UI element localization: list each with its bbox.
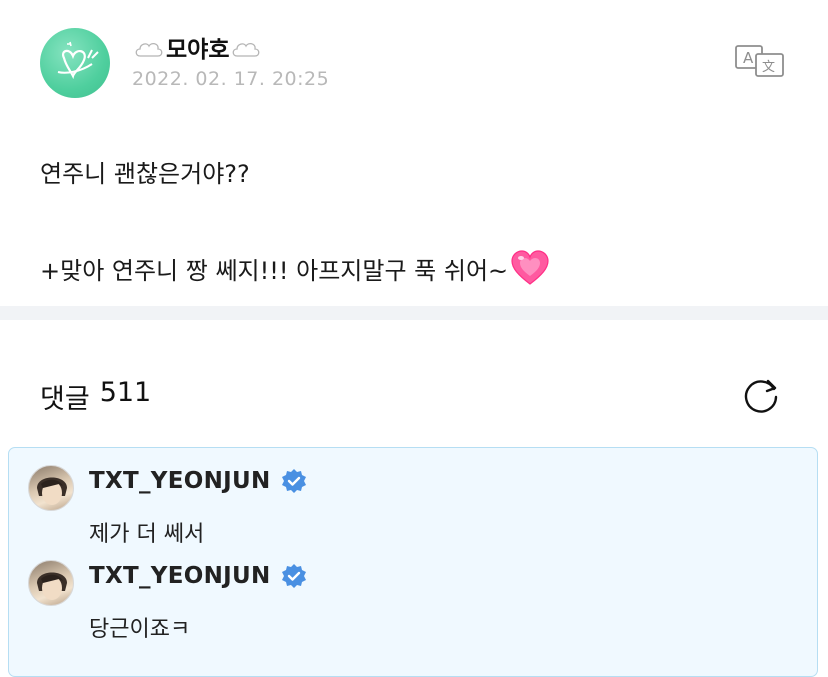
- comments-count: 511: [99, 377, 152, 408]
- verified-badge-icon: [281, 468, 307, 494]
- post-date: 2022. 02. 17. 20:25: [132, 68, 330, 90]
- comment-author[interactable]: TXT_YEONJUN: [89, 468, 307, 494]
- post-text-line: 연주니 괜찮은거야??: [40, 160, 250, 188]
- comment-avatar[interactable]: [28, 560, 74, 606]
- comment-author-name: TXT_YEONJUN: [89, 468, 271, 494]
- section-divider: [0, 306, 828, 320]
- refresh-button[interactable]: [740, 375, 782, 417]
- comment-author[interactable]: TXT_YEONJUN: [89, 563, 307, 589]
- svg-text:文: 文: [762, 60, 775, 75]
- post-card: 모야호 2022. 02. 17. 20:25 A 文 연주니 괜찮은거야?? …: [0, 0, 828, 306]
- refresh-icon: [744, 379, 778, 413]
- post-text-line: +맞아 연주니 짱 쎄지!!! 아프지말구 푹 쉬어~: [40, 250, 550, 286]
- svg-text:A: A: [743, 49, 754, 67]
- artist-reply-box: TXT_YEONJUN 제가 더 쎄서 TXT_YEONJUN 당근이죠ㅋ: [8, 447, 818, 677]
- translate-button[interactable]: A 文: [734, 44, 786, 78]
- author-name-text: 모야호: [166, 37, 230, 63]
- comment-text: 제가 더 쎄서: [89, 522, 205, 547]
- comment-avatar[interactable]: [28, 465, 74, 511]
- avatar-doodle-icon: [57, 41, 99, 80]
- verified-badge-icon: [281, 563, 307, 589]
- post-text: +맞아 연주니 짱 쎄지!!! 아프지말구 푹 쉬어~: [40, 256, 509, 285]
- growing-heart-icon: [510, 250, 550, 286]
- comment-text: 당근이죠ㅋ: [89, 617, 191, 642]
- cloud-icon: [231, 38, 261, 57]
- comments-header: 댓글 511: [40, 377, 151, 416]
- author-name[interactable]: 모야호: [132, 30, 263, 64]
- cloud-icon: [134, 38, 164, 57]
- comments-label: 댓글: [40, 384, 90, 415]
- comment-author-name: TXT_YEONJUN: [89, 563, 271, 589]
- translate-icon: A 文: [735, 45, 784, 77]
- author-avatar[interactable]: [40, 28, 110, 98]
